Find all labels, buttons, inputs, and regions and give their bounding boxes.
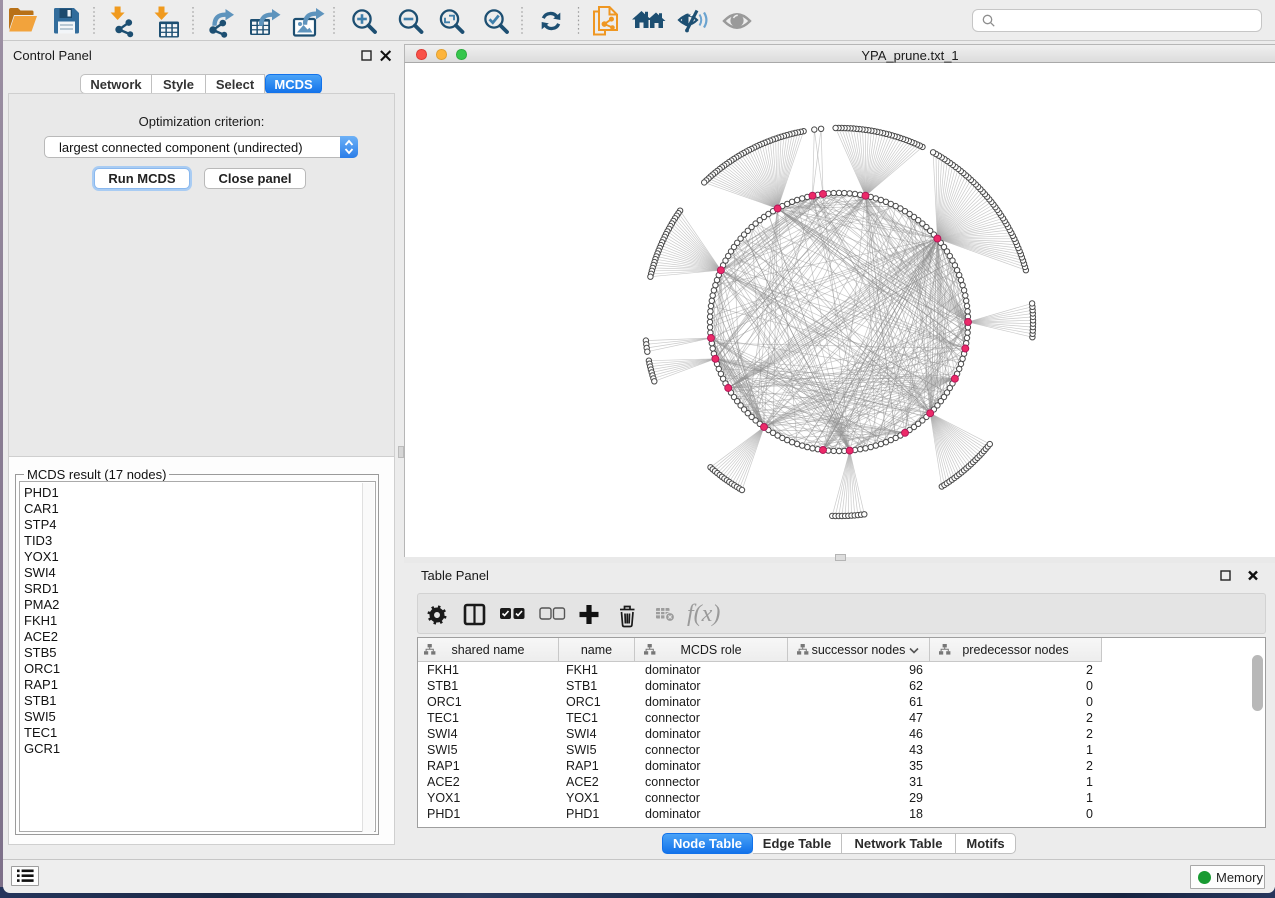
svg-text:f(x): f(x)	[687, 601, 720, 627]
